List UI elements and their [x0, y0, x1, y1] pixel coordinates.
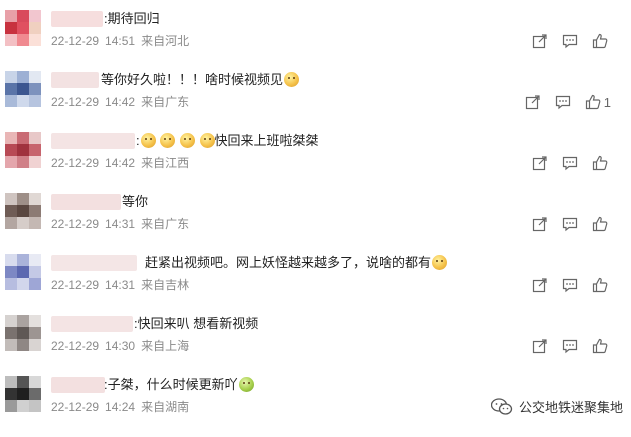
- thumbs-up-icon: [592, 33, 608, 49]
- like-button[interactable]: [592, 33, 611, 49]
- comment-icon[interactable]: [562, 155, 578, 171]
- comment-text: : 快回来上班啦桀桀: [136, 133, 319, 148]
- comment-item: 赶紧出视频吧。网上妖怪越来越多了，说啥的都有 22-12-29 14:31 来自吉林: [0, 254, 631, 315]
- comment-text: :子桀，什么时候更新吖: [104, 376, 254, 394]
- avatar[interactable]: [5, 376, 41, 412]
- comment-meta: 22-12-29 14:42 来自广东: [51, 95, 190, 109]
- thumbs-up-icon: [592, 155, 608, 171]
- thumbs-up-icon: [592, 338, 608, 354]
- comment-icon[interactable]: [555, 94, 571, 110]
- like-count: 1: [603, 94, 611, 110]
- comment-meta: 22-12-29 14:30 来自上海: [51, 339, 190, 353]
- share-icon[interactable]: [532, 277, 548, 293]
- comment-item: 等你好久啦！！！啥时候视频见 22-12-29 14:42 来自广东 1: [0, 71, 631, 132]
- username-blurred[interactable]: [51, 316, 133, 332]
- comment-icon[interactable]: [562, 338, 578, 354]
- share-icon[interactable]: [532, 33, 548, 49]
- avatar[interactable]: [5, 10, 41, 46]
- watermark: 公交地铁迷聚集地: [490, 397, 623, 416]
- like-button[interactable]: 1: [585, 94, 611, 110]
- comment-icon[interactable]: [562, 277, 578, 293]
- comment-actions: [532, 337, 611, 355]
- avatar[interactable]: [5, 254, 41, 290]
- thumbs-up-icon: [585, 94, 601, 110]
- like-button[interactable]: [592, 277, 611, 293]
- smile-emoji-icon: [284, 72, 300, 87]
- thumbs-up-icon: [592, 277, 608, 293]
- username-blurred[interactable]: [51, 11, 103, 27]
- like-button[interactable]: [592, 216, 611, 232]
- comment-text: :快回来叭 想看新视频: [134, 316, 259, 331]
- avatar[interactable]: [5, 132, 41, 168]
- like-button[interactable]: [592, 338, 611, 354]
- thumbs-up-icon: [592, 216, 608, 232]
- share-icon[interactable]: [532, 338, 548, 354]
- share-icon[interactable]: [532, 216, 548, 232]
- comment-item: :期待回归 22-12-29 14:51 来自河北: [0, 10, 631, 71]
- green-emoji-icon: [238, 377, 254, 392]
- comment-actions: [532, 32, 611, 50]
- avatar[interactable]: [5, 315, 41, 351]
- share-icon[interactable]: [532, 155, 548, 171]
- comment-icon[interactable]: [562, 33, 578, 49]
- laugh-emoji-icon: [199, 133, 215, 148]
- wechat-icon: [490, 397, 513, 415]
- share-icon[interactable]: [525, 94, 541, 110]
- comment-meta: 22-12-29 14:42 来自江西: [51, 156, 190, 170]
- comment-text: 赶紧出视频吧。网上妖怪越来越多了，说啥的都有: [145, 254, 448, 272]
- username-blurred[interactable]: [51, 194, 121, 210]
- like-button[interactable]: [592, 155, 611, 171]
- comment-actions: [532, 154, 611, 172]
- comment-item: :快回来叭 想看新视频 22-12-29 14:30 来自上海: [0, 315, 631, 376]
- comment-text: 等你好久啦！！！啥时候视频见: [101, 71, 300, 89]
- comment-meta: 22-12-29 14:24 来自湖南: [51, 400, 190, 414]
- username-blurred[interactable]: [51, 255, 137, 271]
- laugh-emoji-icon: [179, 133, 195, 148]
- comment-meta: 22-12-29 14:31 来自广东: [51, 217, 190, 231]
- laugh-emoji-icon: [140, 133, 156, 148]
- avatar[interactable]: [5, 71, 41, 107]
- laugh-emoji-icon: [160, 133, 176, 148]
- comment-text: 等你: [122, 194, 149, 209]
- username-blurred[interactable]: [51, 377, 105, 393]
- comment-meta: 22-12-29 14:51 来自河北: [51, 34, 190, 48]
- username-blurred[interactable]: [51, 72, 99, 88]
- comment-actions: 1: [525, 93, 611, 111]
- comment-actions: [532, 276, 611, 294]
- username-blurred[interactable]: [51, 133, 135, 149]
- grin-emoji-icon: [432, 255, 448, 270]
- comment-actions: [532, 215, 611, 233]
- comment-item: : 快回来上班啦桀桀 22-12-29 14:42 来自江西: [0, 132, 631, 193]
- watermark-text: 公交地铁迷聚集地: [518, 400, 623, 415]
- comment-item: 等你 22-12-29 14:31 来自广东: [0, 193, 631, 254]
- avatar[interactable]: [5, 193, 41, 229]
- comment-meta: 22-12-29 14:31 来自吉林: [51, 278, 190, 292]
- comment-text: :期待回归: [104, 11, 160, 26]
- comment-icon[interactable]: [562, 216, 578, 232]
